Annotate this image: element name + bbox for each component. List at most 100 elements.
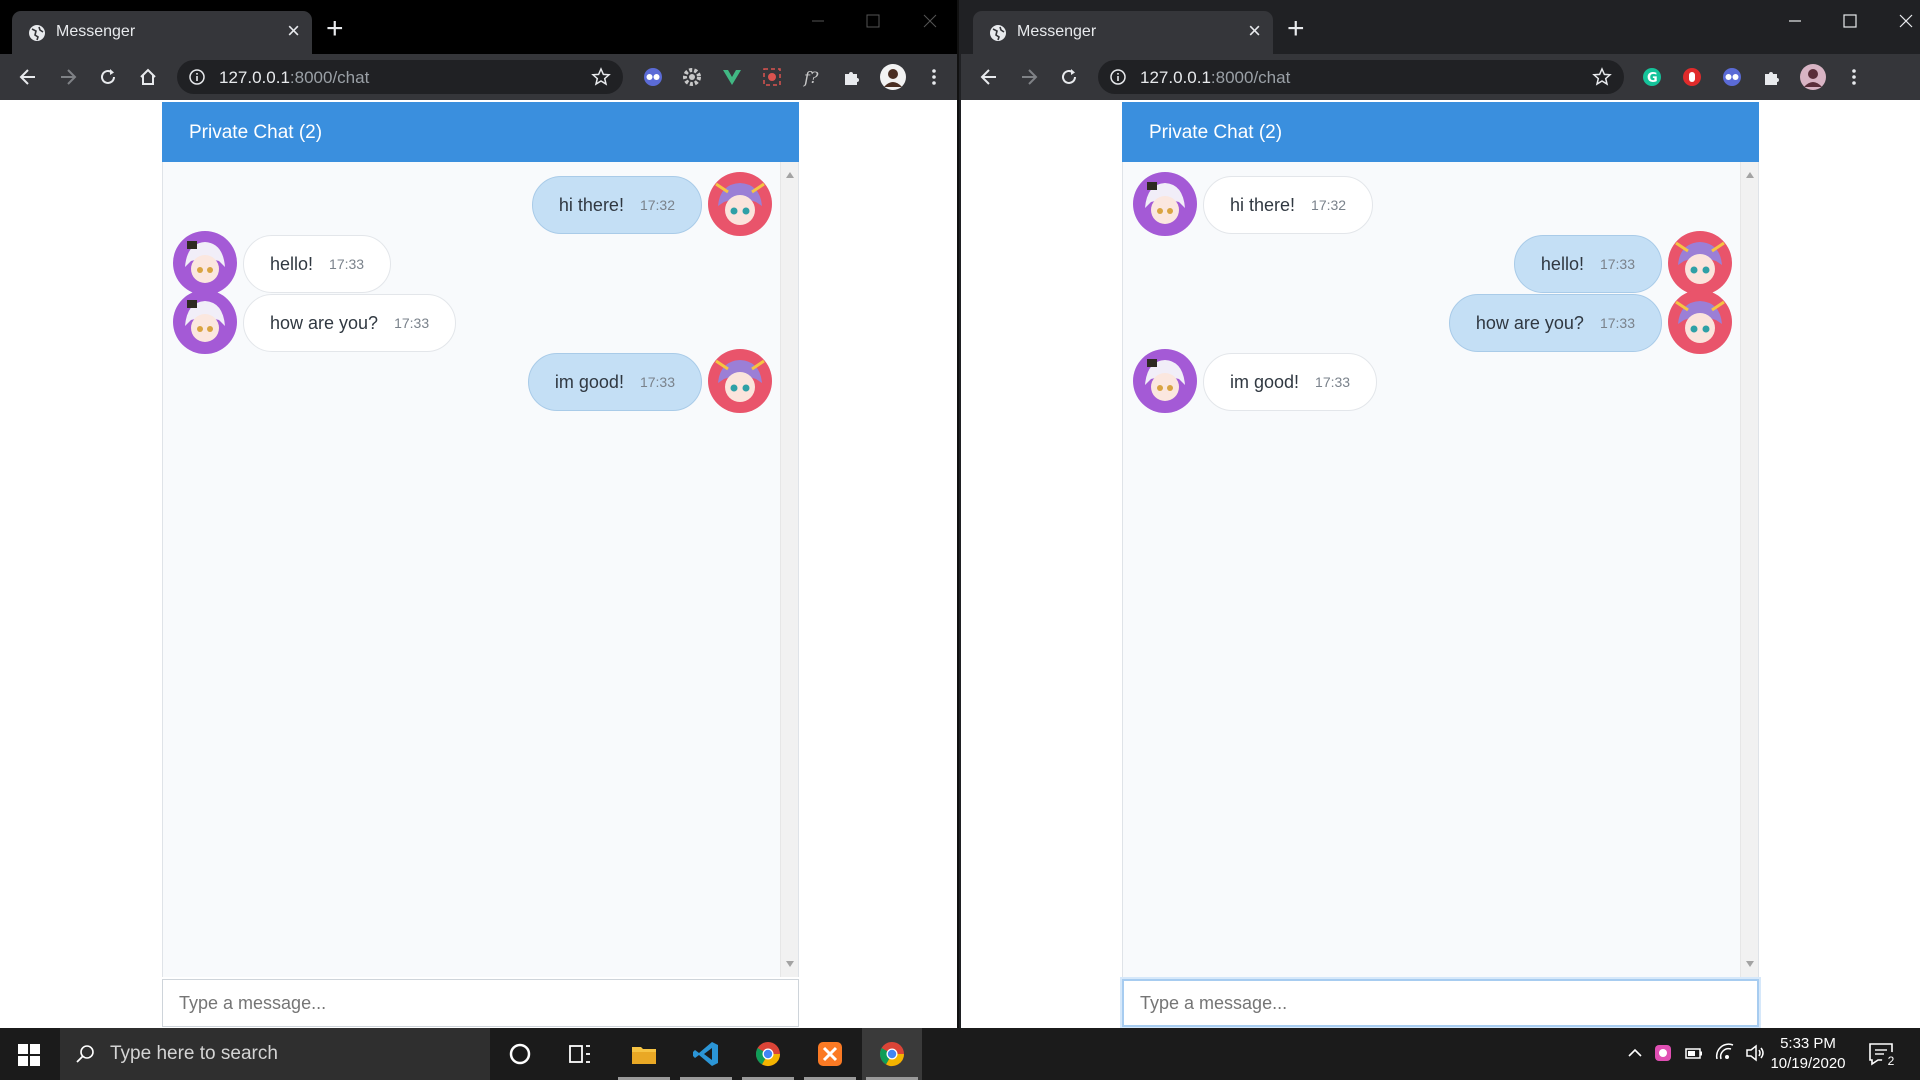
browser-window-left: Messenger × + 127.0.0.1:8000/chat f? Pri… [0, 0, 959, 1028]
message-time: 17:32 [1311, 197, 1347, 213]
forward-icon[interactable] [1018, 66, 1040, 88]
extension-hand-icon[interactable] [1682, 67, 1702, 87]
vscode-button[interactable] [676, 1028, 736, 1080]
avatar-other [173, 290, 237, 354]
address-bar[interactable]: 127.0.0.1:8000/chat [1098, 60, 1624, 94]
minimize-icon[interactable] [1777, 8, 1813, 34]
extension-gear-icon[interactable] [682, 67, 702, 87]
extensions-puzzle-icon[interactable] [1762, 67, 1782, 87]
file-explorer-icon [632, 1047, 656, 1064]
message-bubble: hi there! 17:32 [531, 176, 702, 234]
message-list: hi there! 17:32 hello! 17:33 how are you? 1… [162, 162, 799, 977]
message-bubble: hello! 17:33 [243, 235, 392, 293]
scroll-down-arrow-icon[interactable] [786, 961, 794, 967]
taskbar-search[interactable]: Type here to search [60, 1028, 490, 1080]
extension-record-icon[interactable] [762, 67, 782, 87]
minimize-icon[interactable] [800, 8, 836, 34]
search-placeholder: Type here to search [110, 1043, 278, 1064]
site-info-icon[interactable] [189, 69, 205, 85]
extension-glasses-icon[interactable] [1722, 67, 1742, 87]
message-bubble: how are you? 17:33 [243, 294, 457, 352]
message-row: hello! 17:33 [171, 231, 772, 295]
scrollbar[interactable] [780, 162, 798, 977]
site-info-icon[interactable] [1110, 69, 1126, 85]
message-row: how are you? 17:33 [1131, 290, 1732, 354]
message-text: im good! [1230, 371, 1300, 392]
extensions-puzzle-icon[interactable] [842, 67, 862, 87]
scroll-up-arrow-icon[interactable] [1746, 172, 1754, 178]
message-bubble: hi there! 17:32 [1203, 176, 1374, 234]
tab-close-icon[interactable]: × [287, 20, 300, 42]
message-text: hello! [1540, 253, 1584, 274]
close-window-icon[interactable] [1888, 8, 1920, 34]
browser-menu-icon[interactable] [924, 67, 944, 87]
message-text: hi there! [1230, 194, 1296, 215]
tab-close-icon[interactable]: × [1248, 20, 1261, 42]
task-view-button[interactable] [550, 1028, 610, 1080]
reload-icon[interactable] [97, 66, 119, 88]
message-row: im good! 17:33 [1131, 349, 1732, 413]
scrollbar[interactable] [1740, 162, 1758, 977]
scroll-up-arrow-icon[interactable] [786, 172, 794, 178]
profile-avatar-icon[interactable] [879, 63, 907, 91]
new-tab-button[interactable]: + [1287, 14, 1305, 44]
search-icon [76, 1045, 94, 1063]
scroll-down-arrow-icon[interactable] [1746, 961, 1754, 967]
grammarly-icon[interactable]: G [1642, 67, 1662, 87]
maximize-icon[interactable] [855, 8, 891, 34]
vue-devtools-icon[interactable] [722, 67, 742, 87]
message-text: hi there! [558, 194, 624, 215]
chrome-button-active[interactable] [862, 1028, 922, 1080]
extension-function-icon[interactable]: f? [802, 67, 822, 87]
message-row: how are you? 17:33 [171, 290, 772, 354]
xampp-button[interactable] [800, 1028, 860, 1080]
tray-app-icon[interactable] [1652, 1042, 1674, 1064]
notification-count-badge: 2 [1882, 1052, 1900, 1070]
profile-avatar-icon[interactable] [1799, 63, 1827, 91]
task-view-icon [569, 1045, 590, 1063]
message-time: 17:33 [394, 315, 430, 331]
message-time: 17:33 [1315, 374, 1351, 390]
message-time: 17:33 [329, 256, 365, 272]
chrome-button[interactable] [738, 1028, 798, 1080]
address-bar[interactable]: 127.0.0.1:8000/chat [177, 60, 623, 94]
cortana-button[interactable] [490, 1028, 550, 1080]
bookmark-star-icon[interactable] [1592, 67, 1612, 87]
reload-icon[interactable] [1058, 66, 1080, 88]
file-explorer-button[interactable] [614, 1028, 674, 1080]
show-hidden-icons-icon[interactable] [1624, 1042, 1646, 1064]
avatar-other [1133, 172, 1197, 236]
avatar-self [1668, 290, 1732, 354]
browser-tab[interactable]: Messenger × [12, 11, 312, 54]
message-text: hello! [270, 253, 314, 274]
close-window-icon[interactable] [912, 8, 948, 34]
chrome-icon [755, 1042, 780, 1067]
clock-date: 10/19/2020 [1770, 1055, 1846, 1072]
forward-icon[interactable] [57, 66, 79, 88]
cortana-icon [509, 1043, 531, 1065]
home-icon[interactable] [137, 66, 159, 88]
back-icon[interactable] [17, 66, 39, 88]
system-clock[interactable]: 5:33 PM 10/19/2020 [1760, 1034, 1856, 1074]
windows-start-icon[interactable] [18, 1044, 40, 1066]
globe-icon [29, 25, 45, 41]
new-tab-button[interactable]: + [326, 14, 344, 44]
clock-time: 5:33 PM [1780, 1035, 1836, 1052]
wifi-icon[interactable] [1714, 1042, 1736, 1064]
bookmark-star-icon[interactable] [591, 67, 611, 87]
tab-title: Messenger [56, 23, 136, 40]
browser-tab[interactable]: Messenger × [973, 11, 1273, 54]
maximize-icon[interactable] [1832, 8, 1868, 34]
message-input[interactable] [162, 979, 799, 1027]
message-text: im good! [554, 371, 624, 392]
browser-menu-icon[interactable] [1844, 67, 1864, 87]
battery-icon[interactable] [1683, 1042, 1705, 1064]
message-input[interactable] [1122, 979, 1759, 1027]
extension-glasses-icon[interactable] [643, 67, 663, 87]
svg-text:f?: f? [803, 68, 819, 87]
title-bar: Messenger × + [0, 0, 957, 54]
back-icon[interactable] [978, 66, 1000, 88]
message-bubble: how are you? 17:33 [1448, 294, 1662, 352]
tab-title: Messenger [1017, 23, 1097, 40]
browser-window-right: Messenger × + 127.0.0.1:8000/chat G Priv… [961, 0, 1920, 1028]
